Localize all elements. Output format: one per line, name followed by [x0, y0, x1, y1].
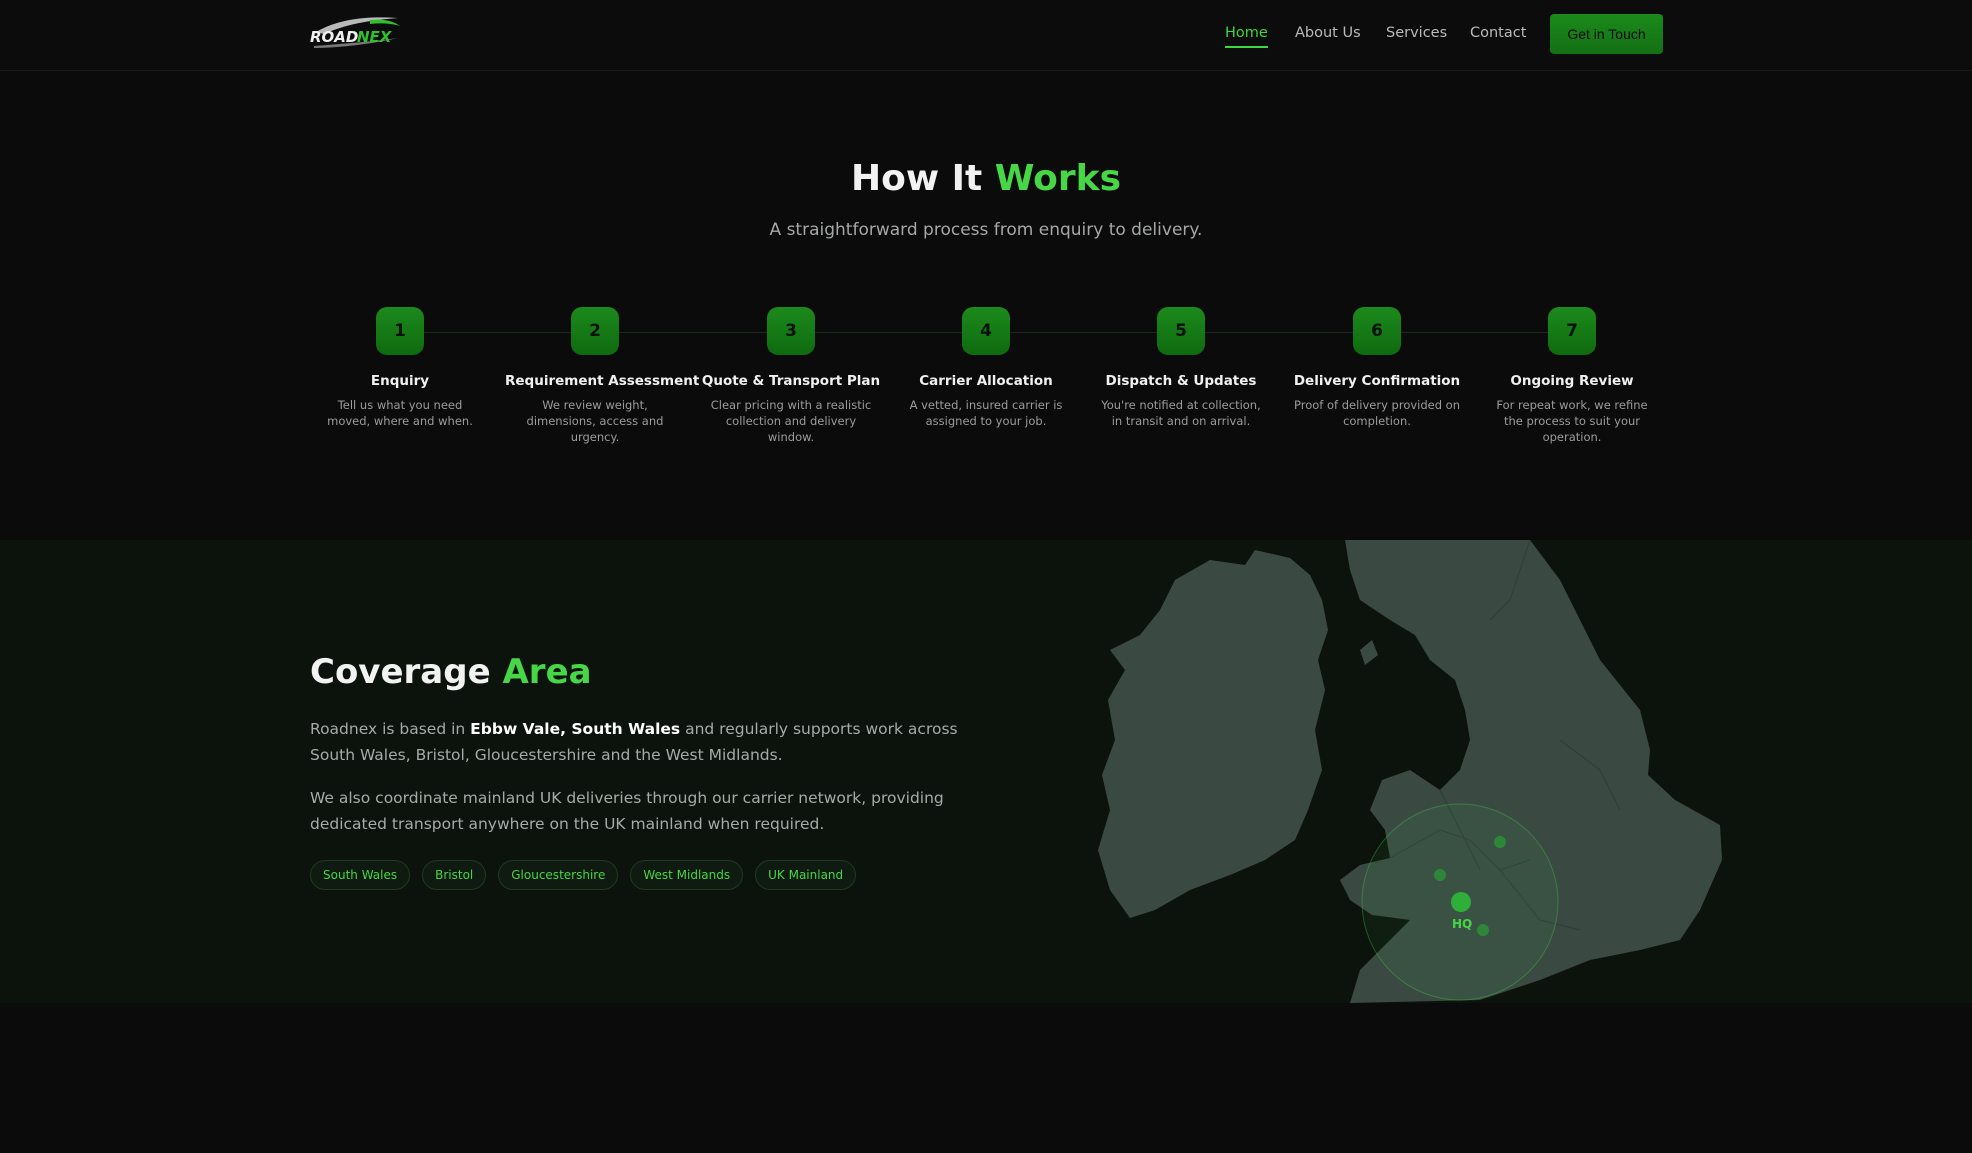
nav-services[interactable]: Services — [1386, 25, 1447, 41]
step-ongoing-review: 7 Ongoing Review For repeat work, we ref… — [1482, 307, 1662, 445]
step-dispatch-updates: 5 Dispatch & Updates You're notified at … — [1091, 307, 1271, 429]
step-description: You're notified at collection, in transi… — [1101, 398, 1261, 428]
step-quote-transport-plan: 3 Quote & Transport Plan Clear pricing w… — [701, 307, 881, 445]
step-description: Clear pricing with a realistic collectio… — [710, 398, 872, 444]
map-point-bristol — [1477, 924, 1489, 936]
step-description: Proof of delivery provided on completion… — [1293, 398, 1461, 428]
tag-uk-mainland: UK Mainland — [755, 860, 857, 890]
step-delivery-confirmation: 6 Delivery Confirmation Proof of deliver… — [1287, 307, 1467, 429]
tag-bristol: Bristol — [422, 860, 487, 890]
step-description: For repeat work, we refine the process t… — [1496, 398, 1648, 444]
step-number-badge: 3 — [767, 307, 815, 355]
coverage-tags: South Wales Bristol Gloucestershire West… — [310, 860, 857, 890]
tag-south-wales: South Wales — [310, 860, 411, 890]
how-it-works-subtitle: A straightforward process from enquiry t… — [769, 220, 1203, 240]
map-hq-label: HQ — [1452, 917, 1473, 931]
p1-before-text: Roadnex is based in — [310, 720, 471, 738]
coverage-paragraph-base: Roadnex is based in Ebbw Vale, South Wal… — [310, 716, 980, 768]
step-description: Tell us what you need moved, where and w… — [327, 398, 473, 428]
map-point-gloucestershire — [1434, 869, 1446, 881]
step-enquiry: 1 Enquiry Tell us what you need moved, w… — [310, 307, 490, 429]
step-number-badge: 7 — [1548, 307, 1596, 355]
step-requirement-assessment: 2 Requirement Assessment We review weigh… — [505, 307, 700, 445]
hq-location-text: Ebbw Vale, South Wales — [470, 720, 681, 738]
step-description: We review weight, dimensions, access and… — [526, 398, 664, 444]
nav-contact[interactable]: Contact — [1470, 25, 1526, 41]
logo-text-road: ROAD — [310, 28, 358, 46]
nav-about-us[interactable]: About Us — [1295, 25, 1361, 41]
step-title: Ongoing Review — [1510, 373, 1634, 389]
title-main-text: How It — [850, 158, 995, 199]
step-title: Carrier Allocation — [919, 373, 1053, 389]
step-carrier-allocation: 4 Carrier Allocation A vetted, insured c… — [896, 307, 1076, 429]
nav-home[interactable]: Home — [1225, 25, 1268, 48]
step-title: Enquiry — [370, 373, 430, 389]
step-title: Dispatch & Updates — [1105, 373, 1257, 389]
map-ireland — [1098, 550, 1328, 918]
step-number-badge: 6 — [1353, 307, 1401, 355]
title-accent-text: Works — [994, 158, 1122, 199]
map-isle-of-man — [1360, 640, 1378, 665]
coverage-paragraph-network: We also coordinate mainland UK deliverie… — [310, 789, 944, 833]
title-accent-text: Area — [502, 652, 592, 692]
step-number-badge: 5 — [1157, 307, 1205, 355]
step-number-badge: 2 — [571, 307, 619, 355]
step-title: Delivery Confirmation — [1293, 373, 1461, 389]
map-hq-pin — [1451, 892, 1471, 912]
step-description: A vetted, insured carrier is assigned to… — [909, 398, 1063, 428]
step-title: Requirement Assessment — [505, 373, 700, 389]
step-number-badge: 4 — [962, 307, 1010, 355]
tag-gloucestershire: Gloucestershire — [498, 860, 619, 890]
get-in-touch-button[interactable]: Get in Touch — [1550, 14, 1663, 54]
uk-coverage-map — [1098, 540, 1722, 1003]
site-header: ROAD NEX Home About Us Services Contact … — [0, 0, 1972, 71]
how-it-works-title: How It Works — [0, 158, 1972, 199]
tag-west-midlands: West Midlands — [630, 860, 744, 890]
map-point-west-midlands — [1494, 836, 1506, 848]
coverage-section: Coverage Area Roadnex is based in Ebbw V… — [0, 540, 1972, 1003]
logo-text-nex: NEX — [357, 28, 393, 46]
title-main-text: Coverage — [310, 652, 503, 692]
step-number-badge: 1 — [376, 307, 424, 355]
step-title: Quote & Transport Plan — [701, 373, 881, 389]
roadnex-logo[interactable]: ROAD NEX — [310, 14, 402, 48]
coverage-title: Coverage Area — [310, 652, 592, 692]
